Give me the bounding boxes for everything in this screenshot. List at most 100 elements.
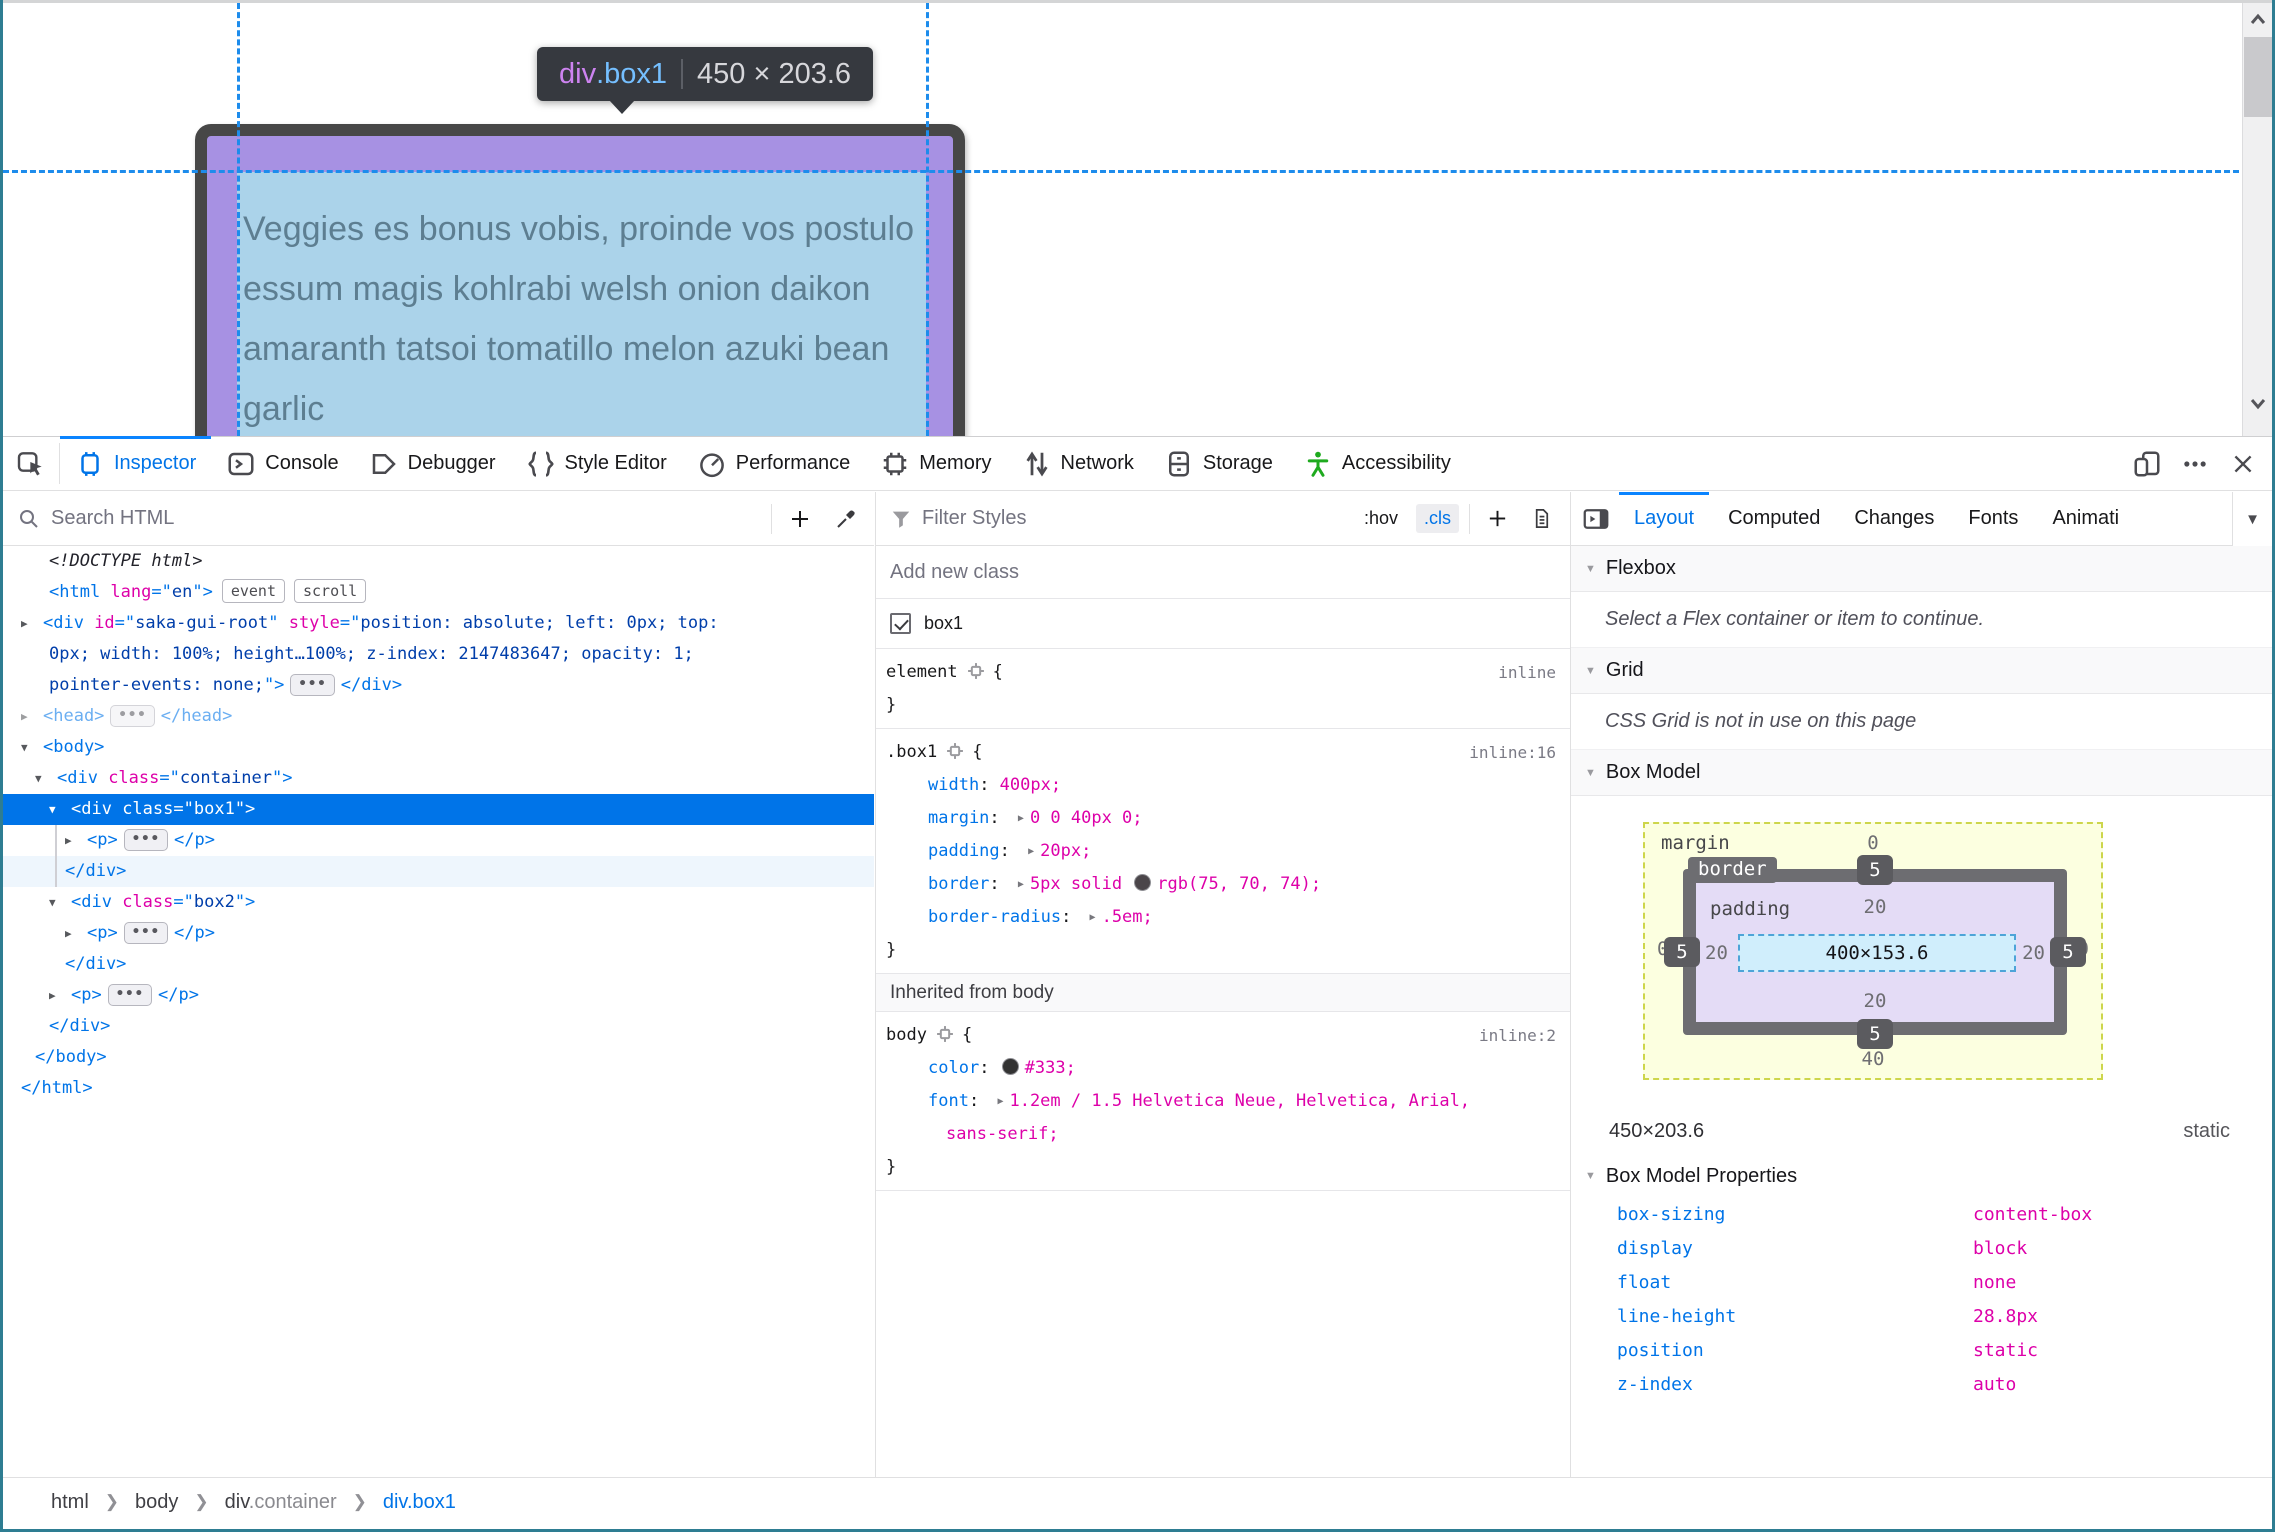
collapse-icon[interactable]: ▼ (49, 794, 67, 825)
section-box-model[interactable]: ▼ Box Model (1571, 750, 2272, 796)
expand-shorthand-icon[interactable]: ▶ (1018, 802, 1024, 835)
expand-icon[interactable]: ▶ (65, 825, 83, 856)
border-bottom-value[interactable]: 5 (1857, 1019, 1893, 1049)
tab-storage[interactable]: Storage (1149, 437, 1288, 490)
add-node-button[interactable] (782, 501, 818, 537)
tab-style-editor[interactable]: Style Editor (511, 437, 682, 490)
border-left-value[interactable]: 5 (1664, 937, 1700, 967)
class-panel-button[interactable]: .cls (1416, 504, 1459, 533)
css-declaration[interactable]: border-radius: ▶ .5em; (876, 901, 1570, 934)
scrollbar-thumb[interactable] (2244, 37, 2272, 117)
markup-node[interactable]: <html lang="en"> event scroll (3, 577, 874, 608)
property-name[interactable]: float (1617, 1266, 1671, 1300)
markup-node[interactable]: </html> (3, 1073, 874, 1104)
markup-node[interactable]: <head> ••• </head> ▶ (3, 701, 874, 732)
markup-node-selected[interactable]: <div class="box1"> ▼ (3, 794, 874, 825)
tab-performance[interactable]: Performance (682, 437, 866, 490)
padding-left-value[interactable]: 20 (1705, 942, 1728, 964)
box-model-properties-header[interactable]: ▼ Box Model Properties (1571, 1154, 2272, 1198)
property-name[interactable]: box-sizing (1617, 1198, 1725, 1232)
show-all-nodes-button[interactable]: ••• (290, 674, 335, 696)
print-media-icon[interactable] (1524, 502, 1558, 536)
scroll-badge[interactable]: scroll (293, 579, 367, 603)
all-tabs-menu-icon[interactable]: ▼ (2232, 492, 2272, 546)
show-all-nodes-button[interactable]: ••• (123, 922, 169, 944)
scroll-up-icon[interactable] (2243, 5, 2272, 35)
sidebar-tab-layout[interactable]: Layout (1617, 492, 1711, 546)
expand-shorthand-icon[interactable]: ▶ (1090, 901, 1096, 934)
rule-source-link[interactable]: inline (1498, 656, 1556, 689)
property-name[interactable]: line-height (1617, 1300, 1736, 1334)
css-declaration[interactable]: color: #333; (876, 1052, 1570, 1085)
color-swatch[interactable] (1134, 874, 1152, 891)
sidebar-tab-changes[interactable]: Changes (1837, 492, 1951, 546)
tab-network[interactable]: Network (1007, 437, 1149, 490)
tab-console[interactable]: Console (211, 437, 353, 490)
css-declaration[interactable]: width: 400px; (876, 769, 1570, 802)
property-name[interactable]: display (1617, 1232, 1693, 1266)
breadcrumb-item-body[interactable]: body (135, 1491, 178, 1514)
pseudo-class-button[interactable]: :hov (1356, 504, 1406, 533)
box-model-margin-layer[interactable]: margin 0 40 0 0 5 5 5 5 border padding 2… (1643, 822, 2103, 1080)
markup-node[interactable]: <body> ▼ (3, 732, 874, 763)
breadcrumb-item-html[interactable]: html (51, 1491, 89, 1514)
padding-right-value[interactable]: 20 (2022, 942, 2045, 964)
markup-node[interactable]: <div class="box2"> ▼ (3, 887, 874, 918)
markup-node[interactable]: pointer-events: none;"> ••• </div> (3, 670, 874, 701)
markup-node[interactable]: <!DOCTYPE html> (3, 546, 874, 577)
rule-source-link[interactable]: inline:16 (1469, 736, 1556, 769)
collapse-icon[interactable]: ▼ (21, 732, 39, 763)
class-checkbox[interactable] (890, 613, 911, 634)
property-name[interactable]: position (1617, 1334, 1704, 1368)
padding-bottom-value[interactable]: 20 (1696, 990, 2054, 1012)
markup-node[interactable]: <p> ••• </p> ▶ (3, 918, 874, 949)
event-badge[interactable]: event (221, 579, 285, 603)
padding-top-value[interactable]: 20 (1696, 896, 2054, 918)
rule-selector[interactable]: element (886, 662, 958, 682)
expand-shorthand-icon[interactable]: ▶ (1028, 835, 1034, 868)
section-grid[interactable]: ▼ Grid (1571, 648, 2272, 694)
margin-bottom-value[interactable]: 40 (1645, 1048, 2101, 1070)
add-rule-button[interactable] (1480, 502, 1514, 536)
tab-debugger[interactable]: Debugger (354, 437, 511, 490)
border-top-value[interactable]: 5 (1857, 855, 1893, 885)
box-model-content-box[interactable]: 400×153.6 (1738, 934, 2016, 972)
page-scrollbar[interactable] (2242, 3, 2272, 436)
show-all-nodes-button[interactable]: ••• (110, 705, 155, 727)
markup-node[interactable]: <div class="container"> ▼ (3, 763, 874, 794)
expand-icon[interactable]: ▶ (49, 980, 67, 1011)
responsive-design-mode-icon[interactable] (2126, 443, 2168, 485)
expand-icon[interactable]: ▶ (65, 918, 83, 949)
margin-top-value[interactable]: 0 (1645, 832, 2101, 854)
filter-styles-input[interactable]: Filter Styles (922, 507, 1346, 530)
tab-memory[interactable]: Memory (865, 437, 1006, 490)
css-declaration[interactable]: border: ▶ 5px solid rgb(75, 70, 74); (876, 868, 1570, 901)
css-declaration[interactable]: font: ▶ 1.2em / 1.5 Helvetica Neue, Helve… (876, 1085, 1570, 1118)
border-right-value[interactable]: 5 (2050, 937, 2086, 967)
eyedropper-icon[interactable] (828, 501, 864, 537)
expand-shorthand-icon[interactable]: ▶ (997, 1085, 1003, 1118)
breadcrumb-item-div-box1[interactable]: div.box1 (383, 1491, 456, 1514)
box-model-border-layer[interactable]: 5 5 5 5 border padding 20 20 20 20 400×1… (1664, 855, 2086, 1049)
show-all-nodes-button[interactable]: ••• (107, 984, 153, 1006)
sidebar-tab-fonts[interactable]: Fonts (1951, 492, 2035, 546)
search-input[interactable]: Search HTML (51, 507, 761, 530)
color-swatch[interactable] (1001, 1058, 1019, 1075)
css-declaration[interactable]: margin: ▶ 0 0 40px 0; (876, 802, 1570, 835)
element-picker-button[interactable] (3, 437, 59, 490)
rule-selector[interactable]: .box1 (886, 742, 937, 762)
markup-node[interactable]: </div> (3, 949, 874, 980)
meatball-menu-icon[interactable] (2174, 443, 2216, 485)
markup-node[interactable]: <div id="saka-gui-root" style="position:… (3, 608, 874, 639)
collapse-icon[interactable]: ▼ (35, 763, 53, 794)
markup-node[interactable]: <p> ••• </p> ▶ (3, 825, 874, 856)
markup-node[interactable]: 0px; width: 100%; height…100%; z-index: … (3, 639, 874, 670)
box-model-padding-layer[interactable]: padding 20 20 20 20 400×153.6 (1696, 882, 2054, 1022)
markup-node[interactable]: <p> ••• </p> ▶ (3, 980, 874, 1011)
expand-shorthand-icon[interactable]: ▶ (1018, 868, 1024, 901)
add-class-input[interactable]: Add new class (876, 546, 1570, 599)
tab-inspector[interactable]: Inspector (60, 436, 212, 490)
markup-node[interactable]: </div> (3, 1011, 874, 1042)
sidebar-tab-animati[interactable]: Animati (2035, 492, 2119, 546)
rule-selector[interactable]: body (886, 1025, 927, 1045)
